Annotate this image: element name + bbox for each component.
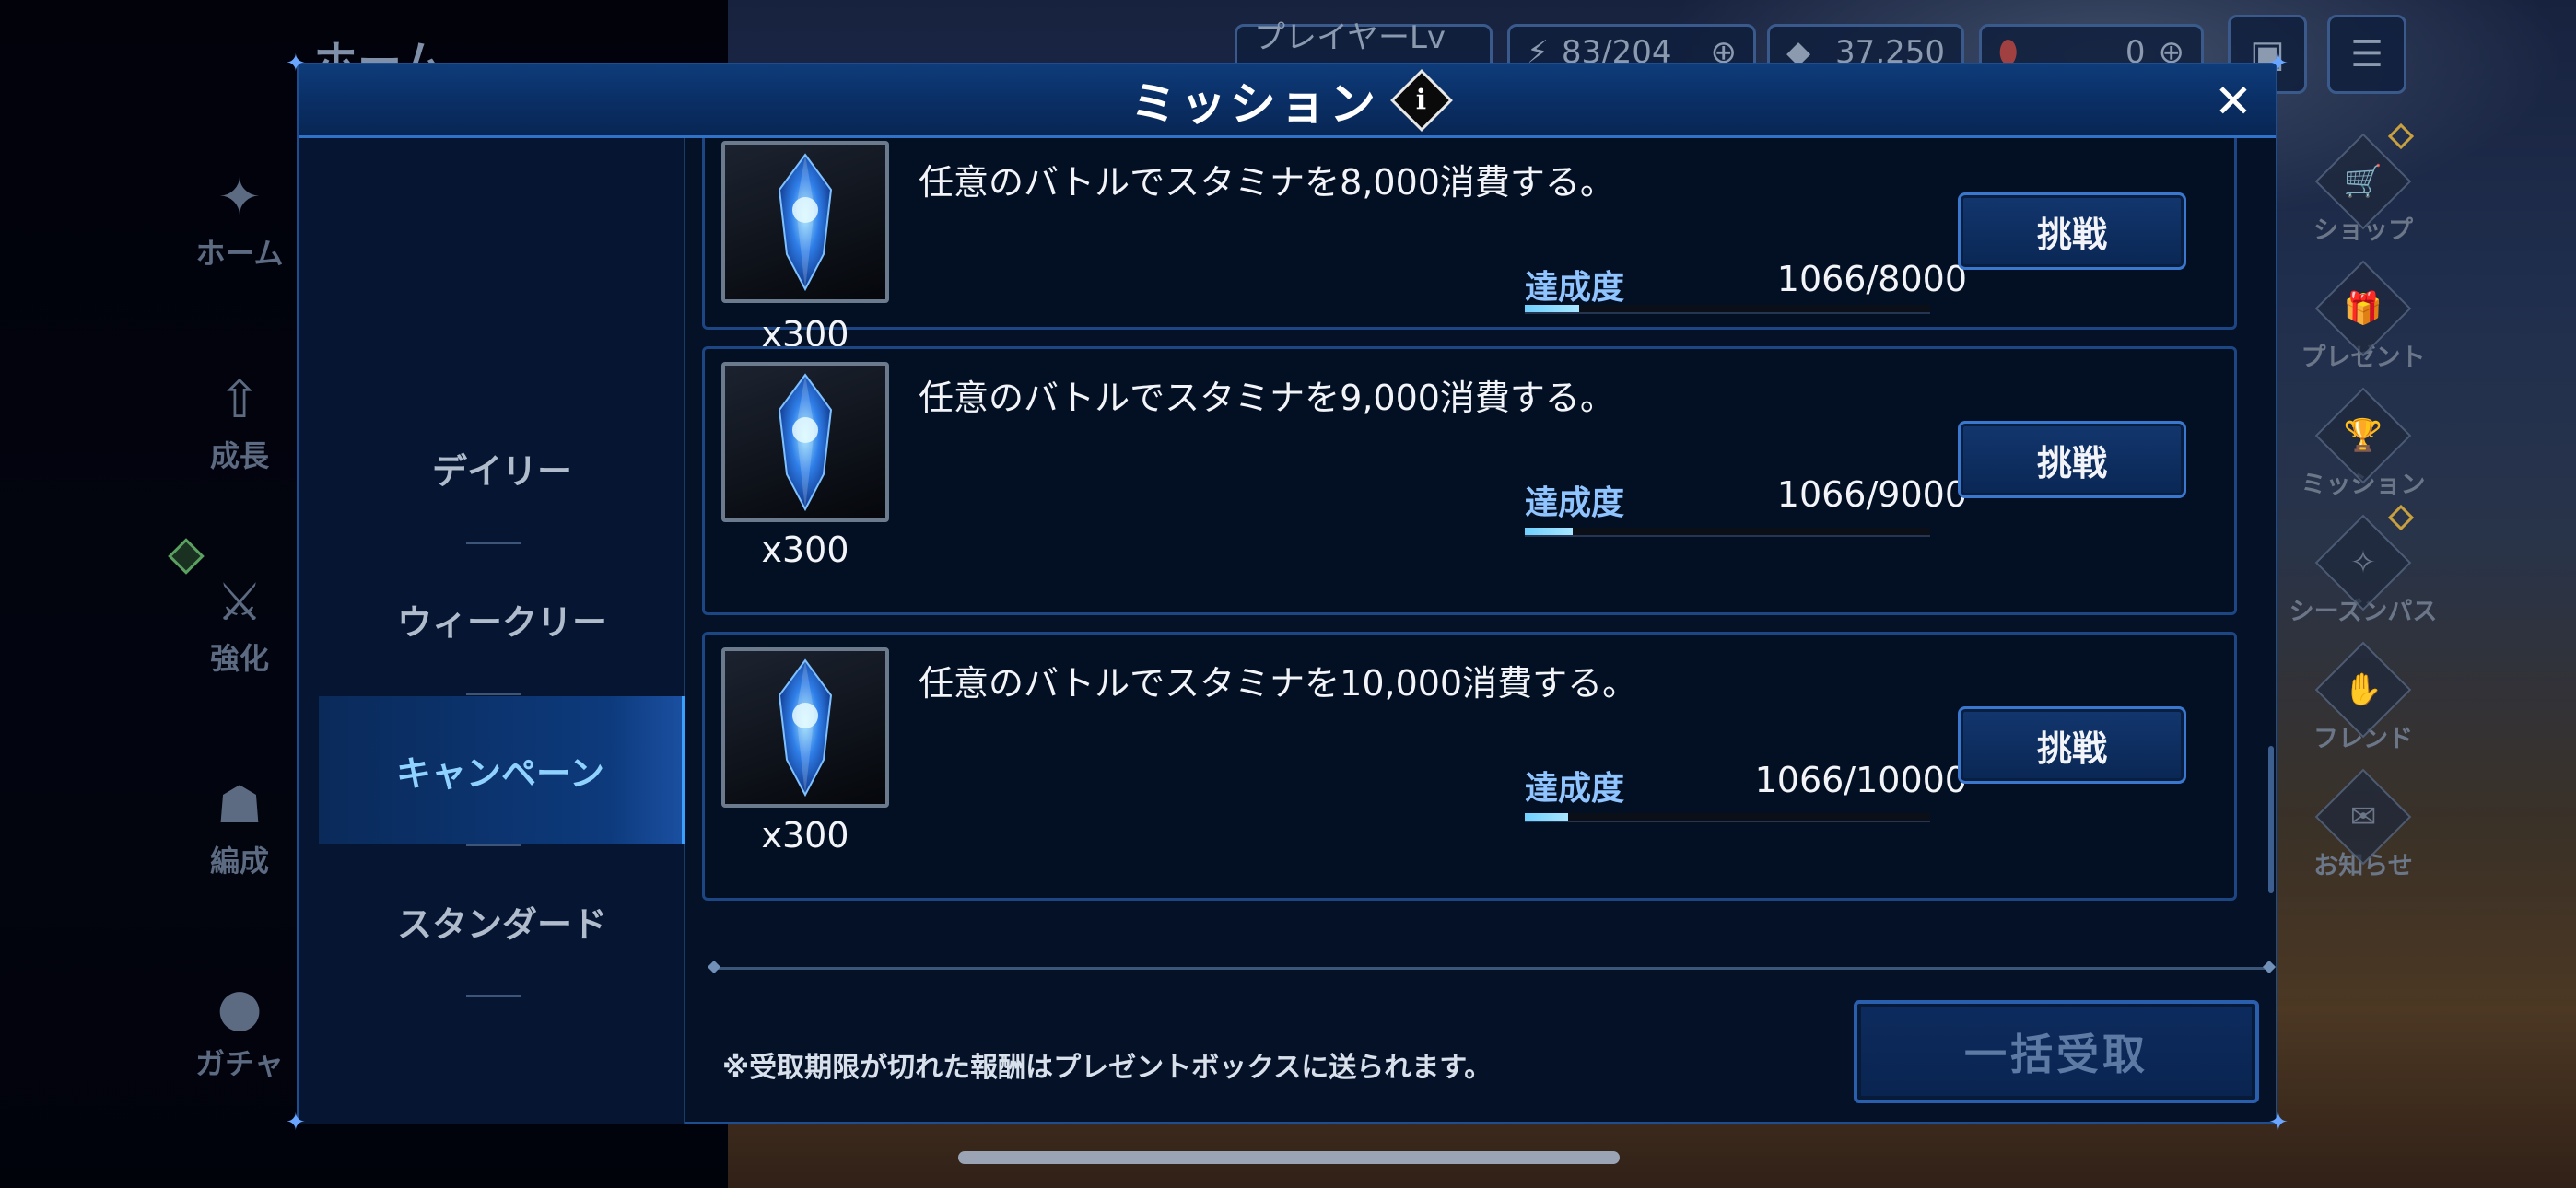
progress-label: 達成度: [1525, 269, 1625, 307]
scrollbar-thumb[interactable]: [2268, 746, 2274, 893]
scrollbar[interactable]: [2268, 746, 2274, 893]
mission-description: 任意のバトルでスタミナを9,000消費する。: [919, 378, 1615, 418]
corner-sparkle-icon: ✦: [2268, 1109, 2289, 1136]
info-icon[interactable]: i: [1390, 68, 1453, 132]
mission-list[interactable]: x300 任意のバトルでスタミナを8,000消費する。 達成度 1066/800…: [685, 138, 2279, 1022]
tab-label: スタンダード: [396, 903, 607, 945]
challenge-button[interactable]: 挑戦: [1958, 192, 2186, 270]
mission-description: 任意のバトルでスタミナを10,000消費する。: [919, 663, 1638, 704]
list-divider: [713, 967, 2270, 970]
progress-value: 1066/9000: [1776, 474, 1967, 515]
progress-label: 達成度: [1525, 484, 1625, 522]
corner-sparkle-icon: ✦: [286, 50, 306, 77]
progress-fill: [1525, 305, 1579, 312]
progress-value: 1066/10000: [1754, 760, 1967, 800]
gacha-icon: ●: [217, 978, 263, 1038]
main-menu-item-party[interactable]: ☗ 編成: [166, 774, 313, 880]
hamburger-menu-button[interactable]: ☰: [2327, 15, 2406, 94]
expiry-footnote: ※受取期限が切れた報酬はプレゼントボックスに送られます。: [722, 1052, 1493, 1084]
main-menu-label: ホーム: [195, 236, 284, 271]
tab-daily[interactable]: デイリー: [319, 394, 685, 542]
reward-item-box: [721, 647, 889, 808]
reward-quantity: x300: [761, 815, 849, 856]
side-menu-item-season-pass[interactable]: ✧ シーズンパス: [2276, 514, 2451, 627]
main-menu-label: ガチャ: [195, 1046, 284, 1081]
crystal-icon: [778, 373, 833, 511]
crystal-icon: [778, 153, 833, 291]
crystal-icon: [778, 658, 833, 797]
claim-all-button[interactable]: 一括受取: [1854, 1000, 2259, 1103]
progress-bar: [1525, 305, 1930, 314]
challenge-button[interactable]: 挑戦: [1958, 421, 2186, 498]
tab-label: ウィークリー: [396, 601, 607, 643]
challenge-button[interactable]: 挑戦: [1958, 706, 2186, 784]
home-icon: ✦: [217, 168, 262, 227]
close-button[interactable]: ✕: [2209, 77, 2257, 125]
side-menu-item-present[interactable]: 🎁 プレゼント: [2276, 260, 2451, 373]
hamburger-menu-icon: ☰: [2350, 33, 2383, 76]
side-menu-item-mission[interactable]: 🏆 ミッション: [2276, 387, 2451, 500]
tab-weekly[interactable]: ウィークリー: [319, 545, 685, 693]
modal-title: ミッション: [1130, 76, 1379, 131]
main-menu-label: 編成: [209, 844, 269, 879]
progress-fill: [1525, 813, 1568, 821]
reward-item-box: [721, 141, 889, 303]
info-symbol: i: [1416, 84, 1427, 116]
home-indicator[interactable]: [958, 1151, 1620, 1164]
progress-bar: [1525, 813, 1930, 822]
progress-fill: [1525, 528, 1574, 535]
tab-label: デイリー: [431, 450, 572, 492]
tab-separator: [466, 844, 521, 846]
mission-card: x300 任意のバトルでスタミナを10,000消費する。 達成度 1066/10…: [702, 632, 2237, 901]
progress-value: 1066/8000: [1776, 259, 1967, 299]
main-menu-label: 成長: [209, 438, 269, 473]
side-menu-item-friend[interactable]: ✋ フレンド: [2276, 641, 2451, 754]
progress-bar: [1525, 528, 1930, 537]
modal-header: ミッション i ✕: [299, 64, 2276, 138]
main-menu-item-growth[interactable]: ⇧ 成長: [166, 368, 313, 475]
reward-item-box: [721, 362, 889, 522]
corner-sparkle-icon: ✦: [2268, 50, 2289, 77]
growth-icon: ⇧: [217, 370, 262, 430]
main-menu-label: 強化: [209, 641, 269, 676]
main-menu-item-home[interactable]: ✦ ホーム: [166, 166, 313, 273]
mission-description: 任意のバトルでスタミナを8,000消費する。: [919, 162, 1615, 203]
enhance-icon: ⚔: [216, 573, 263, 633]
tab-separator: [466, 542, 521, 544]
mission-card: x300 任意のバトルでスタミナを9,000消費する。 達成度 1066/900…: [702, 346, 2237, 615]
reward-quantity: x300: [761, 530, 849, 570]
mission-card: x300 任意のバトルでスタミナを8,000消費する。 達成度 1066/800…: [702, 138, 2237, 355]
mission-modal: ミッション i ✕ デイリー ウィークリー キャンペーン スタンダード x300…: [297, 63, 2277, 1124]
corner-sparkle-icon: ✦: [286, 1109, 306, 1136]
progress-label: 達成度: [1525, 770, 1625, 808]
mission-tabs: デイリー ウィークリー キャンペーン スタンダード: [299, 138, 685, 1124]
side-menu-item-notice[interactable]: ✉ お知らせ: [2276, 768, 2451, 881]
tab-separator: [466, 693, 521, 695]
tab-label: キャンペーン: [395, 752, 605, 794]
main-menu-item-gacha[interactable]: ● ガチャ: [166, 976, 313, 1083]
tab-separator: [466, 995, 521, 997]
party-icon: ☗: [216, 775, 263, 835]
main-menu-item-enhance[interactable]: ⚔ 強化: [166, 571, 313, 678]
side-menu-item-shop[interactable]: 🛒 ショップ: [2276, 133, 2451, 246]
tab-standard[interactable]: スタンダード: [319, 847, 685, 995]
tab-campaign[interactable]: キャンペーン: [319, 696, 685, 844]
